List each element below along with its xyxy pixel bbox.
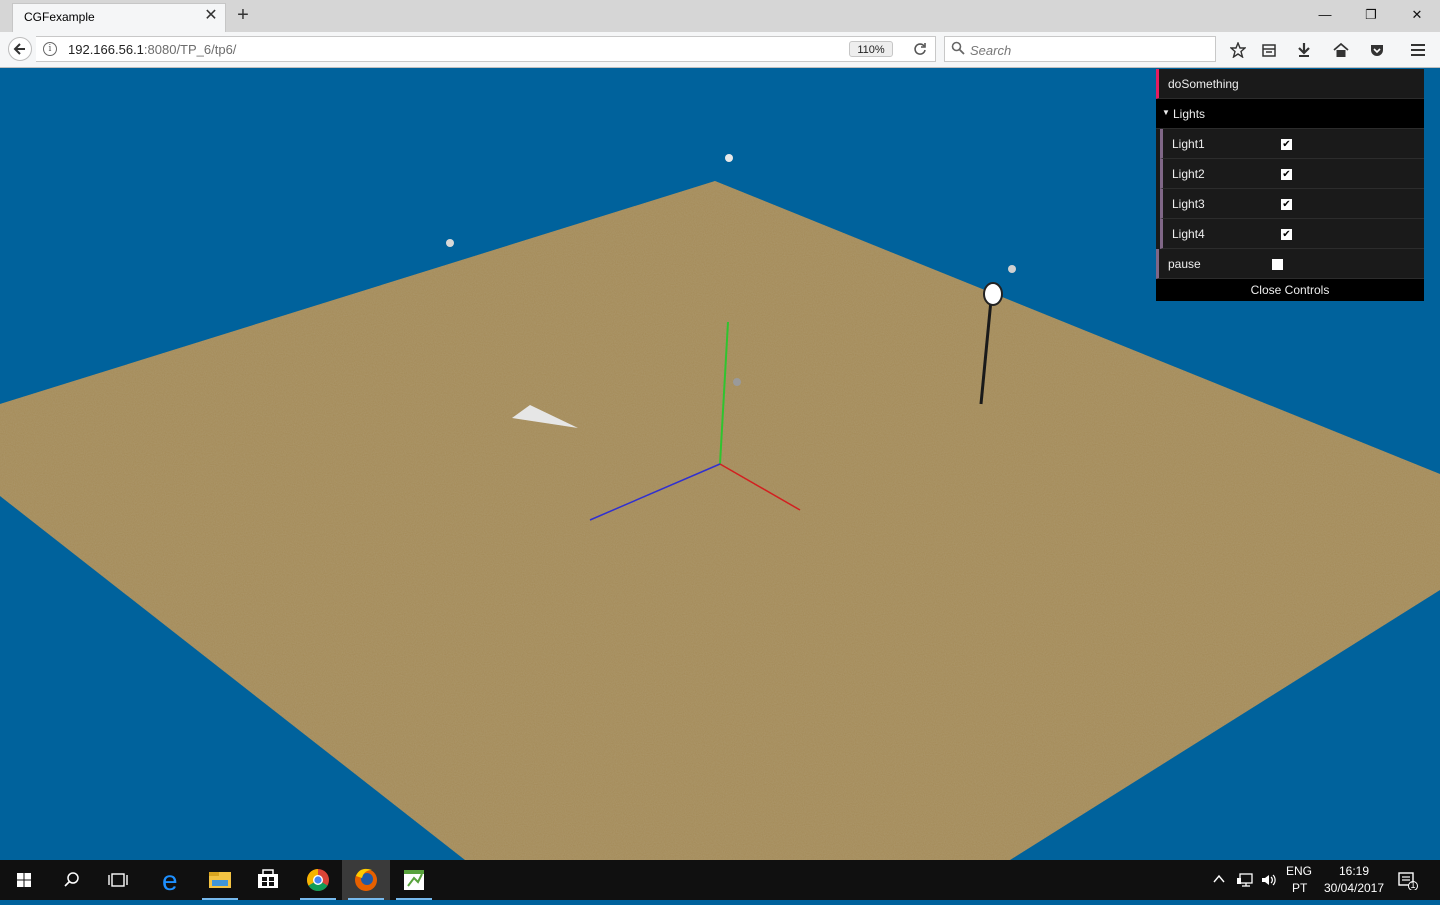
file-explorer-icon[interactable] <box>196 860 244 900</box>
search-icon[interactable] <box>48 860 96 900</box>
search-placeholder: Search <box>970 43 1012 58</box>
tab-strip: CGFexample ✕ + — ❐ ✕ <box>0 0 1440 32</box>
pause-row: pause <box>1156 249 1424 279</box>
pause-label: pause <box>1168 257 1201 271</box>
light-marker-1 <box>725 154 733 162</box>
svg-text:e: e <box>162 865 178 896</box>
pocket-icon[interactable] <box>1365 38 1389 62</box>
notification-count: 1 <box>1410 880 1416 890</box>
tray-chevron-up-icon[interactable] <box>1212 872 1226 891</box>
tab-cgfexample[interactable]: CGFexample ✕ <box>12 3 226 32</box>
volume-icon[interactable] <box>1260 872 1278 893</box>
input-language[interactable]: ENG <box>1286 864 1312 878</box>
clock-date[interactable]: 30/04/2017 <box>1318 881 1390 895</box>
light-marker-4 <box>733 378 741 386</box>
light3-checkbox[interactable]: ✔ <box>1281 199 1292 210</box>
clock-time[interactable]: 16:19 <box>1324 864 1384 878</box>
action-center-icon[interactable]: 1 <box>1398 870 1418 891</box>
store-icon[interactable] <box>244 860 292 900</box>
clock-face <box>983 282 1003 306</box>
chrome-icon[interactable] <box>294 860 342 900</box>
light3-row: Light3 ✔ <box>1160 189 1424 219</box>
tab-title: CGFexample <box>24 10 95 24</box>
home-icon[interactable] <box>1329 38 1353 62</box>
url-path: :8080/TP_6/tp6/ <box>143 42 237 57</box>
url-host: 192.166.56.1 <box>68 42 144 57</box>
download-icon[interactable] <box>1292 38 1316 62</box>
reload-icon[interactable] <box>910 39 930 59</box>
close-controls-button[interactable]: Close Controls <box>1156 279 1424 301</box>
light-marker-3 <box>1008 265 1016 273</box>
light1-label: Light1 <box>1172 137 1205 151</box>
light4-row: Light4 ✔ <box>1160 219 1424 249</box>
lights-folder-label: Lights <box>1173 107 1206 121</box>
tab-close-icon[interactable]: ✕ <box>203 8 219 24</box>
firefox-icon[interactable] <box>342 860 390 900</box>
do-something-button[interactable]: doSomething <box>1156 69 1424 99</box>
windows-start-icon[interactable] <box>0 860 48 900</box>
do-something-label: doSomething <box>1168 77 1239 91</box>
menu-icon[interactable] <box>1406 38 1430 62</box>
new-tab-button[interactable]: + <box>234 5 252 25</box>
search-icon <box>951 41 965 60</box>
close-window-button[interactable]: ✕ <box>1404 4 1430 26</box>
folder-open-arrow-icon: ▼ <box>1162 108 1170 117</box>
light2-row: Light2 ✔ <box>1160 159 1424 189</box>
light4-checkbox[interactable]: ✔ <box>1281 229 1292 240</box>
minimize-button[interactable]: — <box>1312 4 1338 26</box>
light2-checkbox[interactable]: ✔ <box>1281 169 1292 180</box>
zoom-level-badge[interactable]: 110% <box>849 41 893 57</box>
light1-row: Light1 ✔ <box>1160 129 1424 159</box>
task-view-icon[interactable] <box>96 860 144 900</box>
input-layout[interactable]: PT <box>1292 881 1307 895</box>
light-marker-2 <box>446 239 454 247</box>
edge-icon[interactable]: e <box>148 860 196 900</box>
reading-list-icon[interactable] <box>1257 38 1281 62</box>
restore-button[interactable]: ❐ <box>1358 4 1384 26</box>
lights-folder-header[interactable]: ▼ Lights <box>1156 99 1424 129</box>
url-text[interactable]: 192.166.56.1:8080/TP_6/tp6/ <box>68 42 236 57</box>
light3-label: Light3 <box>1172 197 1205 211</box>
back-arrow-icon <box>13 43 25 55</box>
network-icon[interactable] <box>1236 872 1254 893</box>
info-icon[interactable]: i <box>43 42 57 56</box>
navigation-bar: i 192.166.56.1:8080/TP_6/tp6/ 110% <box>0 32 1440 68</box>
light2-label: Light2 <box>1172 167 1205 181</box>
light1-checkbox[interactable]: ✔ <box>1281 139 1292 150</box>
star-icon[interactable] <box>1226 38 1250 62</box>
search-bar[interactable]: Search <box>944 36 1216 62</box>
url-bar[interactable]: i 192.166.56.1:8080/TP_6/tp6/ 110% <box>36 36 936 62</box>
notepad-icon[interactable] <box>390 860 438 900</box>
gui-controls-panel: doSomething ▼ Lights Light1 ✔ Light2 ✔ L… <box>1156 69 1424 301</box>
light4-label: Light4 <box>1172 227 1205 241</box>
back-button[interactable] <box>8 37 32 61</box>
windows-taskbar: e ENG PT 16:19 30/04/2017 1 <box>0 860 1440 900</box>
pause-checkbox[interactable] <box>1272 259 1283 270</box>
